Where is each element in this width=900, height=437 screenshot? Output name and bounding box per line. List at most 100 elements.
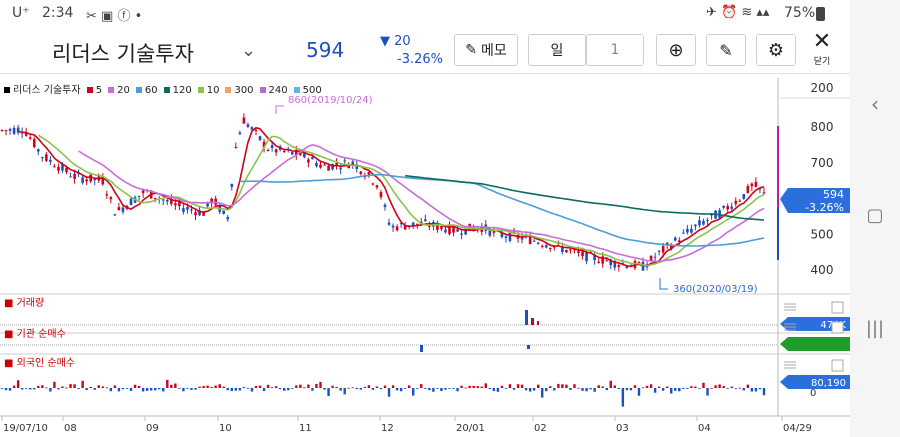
y-tick-label: 200 (811, 81, 834, 95)
candle-body (722, 205, 725, 208)
candle-body (726, 206, 729, 210)
x-tick-label: 19/07/10 (3, 423, 48, 434)
stock-chart[interactable]: 200400500600700800860(2019/10/24)360(202… (0, 78, 850, 437)
foreign-bar (629, 388, 633, 391)
candle-body (548, 247, 552, 249)
foreign-bar (734, 388, 737, 389)
candle-body (282, 150, 286, 152)
foreign-bar (339, 388, 342, 391)
change-amount-value: 20 (394, 34, 411, 49)
candle-body (690, 228, 693, 233)
foreign-bar (367, 385, 371, 388)
candle-body (246, 124, 250, 127)
foreign-bar (617, 388, 621, 390)
period-count-select[interactable]: 1 (586, 34, 644, 66)
foreign-bar (178, 388, 181, 389)
volume-bar (537, 321, 539, 325)
foreign-bar (516, 384, 520, 388)
candle-body (315, 163, 318, 167)
foreign-bar (0, 388, 4, 389)
panel-badge-bg (780, 337, 850, 351)
foreign-bar (702, 382, 705, 388)
foreign-bar (230, 388, 233, 391)
candle-body (444, 229, 447, 233)
foreign-bar (625, 388, 629, 391)
foreign-bar (45, 387, 48, 389)
foreign-bar (53, 381, 56, 388)
candle-body (274, 149, 278, 153)
foreign-bar (234, 388, 238, 391)
foreign-bar (347, 387, 350, 389)
back-icon[interactable]: ‹ (850, 92, 900, 116)
foreign-bar (682, 388, 685, 389)
foreign-bar (194, 388, 197, 390)
foreign-bar (573, 384, 576, 388)
foreign-bar (295, 385, 298, 388)
foreign-bar (581, 388, 584, 391)
panel-label-0: ■ 거래량 (4, 297, 44, 309)
candle-body (234, 147, 238, 149)
system-icons: ✈ ⏰ ≋ ▴▴ (706, 5, 770, 20)
pencil-icon: ✎ (719, 40, 733, 60)
foreign-bar (472, 385, 475, 388)
chevron-down-icon[interactable]: ⌄ (241, 40, 256, 61)
foreign-bar (706, 388, 709, 396)
candle-body (653, 256, 657, 258)
foreign-bar (444, 388, 447, 390)
foreign-bar (416, 388, 419, 389)
draw-button[interactable]: ✎ (706, 34, 746, 66)
foreign-bar (359, 388, 363, 390)
settings-button[interactable]: ⚙ (756, 34, 796, 66)
recent-apps-icon[interactable]: ||| (850, 318, 900, 339)
memo-button[interactable]: ✎ 메모 (454, 34, 518, 66)
battery-icon (816, 7, 825, 21)
foreign-bar (726, 388, 729, 389)
candle-body (12, 128, 16, 134)
foreign-bars (0, 379, 766, 407)
foreign-bar (403, 388, 407, 389)
panel-handle-icon (784, 303, 796, 311)
foreign-bar (484, 383, 487, 388)
candle-body (536, 242, 540, 244)
foreign-bar (351, 387, 354, 389)
candle-body (113, 214, 117, 216)
change-percent: -3.26% (397, 52, 443, 67)
foreign-bar (145, 388, 149, 391)
foreign-bar (311, 388, 314, 391)
foreign-bar (730, 386, 733, 388)
candle-body (238, 132, 242, 135)
period-count: 1 (610, 42, 620, 58)
current-price-badge-price: 594 (823, 188, 844, 201)
foreign-bar (750, 388, 754, 392)
candle-body (194, 212, 197, 216)
low-annotation-marker (659, 278, 668, 290)
stock-name[interactable]: 리더스 기술투자 (52, 38, 194, 68)
current-price-badge-change: -3.26% (805, 201, 844, 214)
current-price: 594 (306, 38, 345, 62)
foreign-bar (678, 388, 681, 392)
x-tick-label: 10 (219, 423, 232, 434)
foreign-bar (395, 388, 399, 391)
period-unit-select[interactable]: 일 (528, 34, 586, 66)
candle-body (186, 207, 189, 210)
foreign-bar (690, 386, 693, 388)
y-tick-label: 500 (811, 227, 834, 241)
candle-body (57, 166, 60, 171)
candle-body (254, 129, 258, 131)
foreign-bar (379, 388, 383, 390)
foreign-bar (89, 386, 92, 388)
candle-body (8, 129, 12, 131)
foreign-bar (456, 388, 459, 392)
foreign-bar (141, 388, 145, 392)
foreign-bar (448, 388, 451, 389)
foreign-bar (387, 388, 391, 397)
foreign-bar (758, 388, 762, 390)
candle-body (73, 173, 76, 179)
candle-body (428, 225, 431, 227)
candle-body (734, 200, 738, 204)
foreign-bar (327, 388, 330, 397)
home-icon[interactable]: ▢ (850, 205, 900, 226)
crosshair-button[interactable]: ⊕ (656, 34, 696, 66)
candle-body (266, 149, 270, 151)
close-button[interactable]: ✕ 닫기 (808, 30, 836, 68)
